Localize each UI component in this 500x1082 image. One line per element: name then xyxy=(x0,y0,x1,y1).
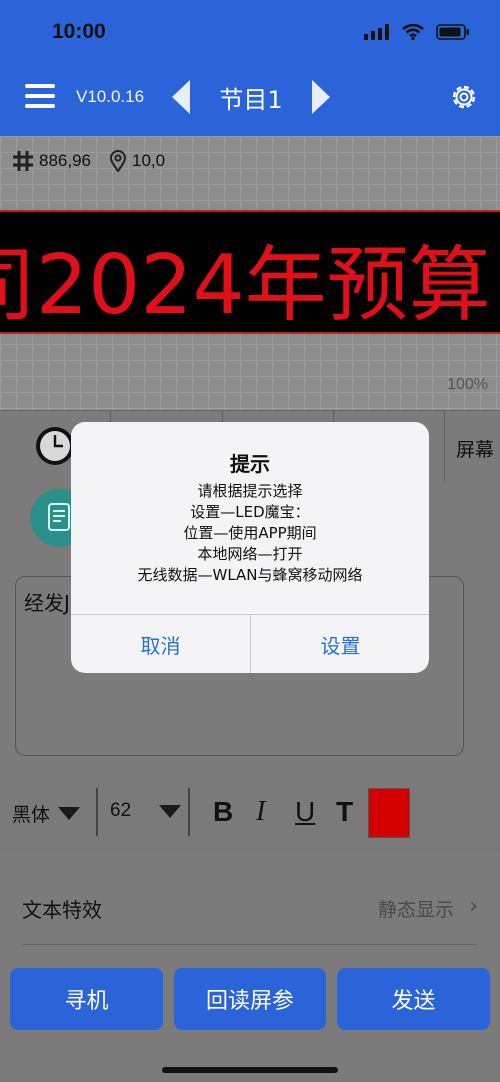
settings-button[interactable]: 设置 xyxy=(251,615,429,673)
dialog-line: 无线数据—WLAN与蜂窝移动网络 xyxy=(137,566,363,584)
cancel-button[interactable]: 取消 xyxy=(71,615,250,673)
dialog-line: 设置—LED魔宝： xyxy=(190,503,310,521)
modal-overlay: 提示 请根据提示选择 设置—LED魔宝： 位置—使用APP期间 本地网络—打开 … xyxy=(0,0,500,1082)
alert-dialog: 提示 请根据提示选择 设置—LED魔宝： 位置—使用APP期间 本地网络—打开 … xyxy=(71,422,429,673)
dialog-line: 本地网络—打开 xyxy=(197,545,303,563)
dialog-title: 提示 xyxy=(230,452,270,476)
dialog-line: 位置—使用APP期间 xyxy=(183,524,317,542)
dialog-line: 请根据提示选择 xyxy=(197,482,303,500)
dialog-message: 请根据提示选择 设置—LED魔宝： 位置—使用APP期间 本地网络—打开 无线数… xyxy=(71,481,429,586)
